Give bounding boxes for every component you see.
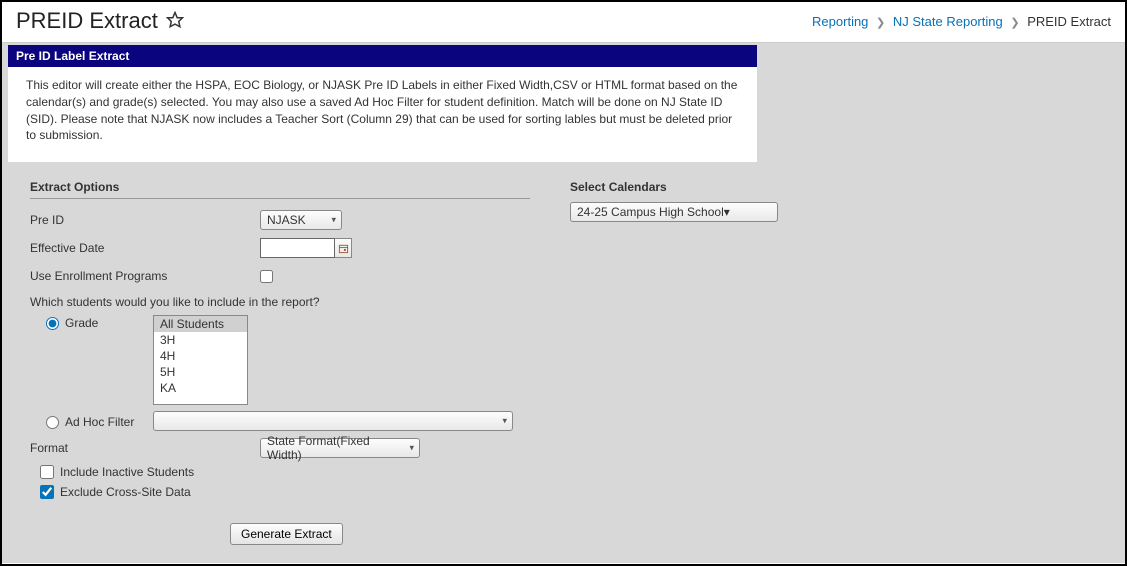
include-inactive-checkbox[interactable] (40, 465, 54, 479)
page-title: PREID Extract (16, 8, 158, 34)
chevron-down-icon: ▾ (502, 416, 507, 427)
grade-radio-label: Grade (65, 315, 153, 330)
grade-option[interactable]: KA (154, 380, 247, 396)
adhoc-radio[interactable] (46, 416, 59, 429)
calendar-select[interactable]: 24-25 Campus High School ▾ (570, 202, 778, 222)
use-enrollment-label: Use Enrollment Programs (30, 269, 260, 283)
breadcrumb-link-nj-state-reporting[interactable]: NJ State Reporting (893, 14, 1003, 29)
preid-value: NJASK (267, 213, 306, 227)
grade-option[interactable]: 4H (154, 348, 247, 364)
generate-extract-button[interactable]: Generate Extract (230, 523, 343, 545)
chevron-right-icon: ❯ (1006, 17, 1023, 29)
right-column: Select Calendars 24-25 Campus High Schoo… (570, 180, 830, 545)
row-use-enrollment: Use Enrollment Programs (30, 265, 530, 287)
adhoc-select[interactable]: ▾ (153, 411, 513, 431)
chevron-right-icon: ❯ (872, 17, 889, 29)
select-calendars-label: Select Calendars (570, 180, 830, 198)
exclude-crosssite-label: Exclude Cross-Site Data (60, 485, 191, 499)
calendar-value: 24-25 Campus High School (577, 205, 724, 219)
preid-select[interactable]: NJASK ▾ (260, 210, 342, 230)
extract-options-label: Extract Options (30, 180, 530, 199)
grade-listbox[interactable]: All Students 3H 4H 5H KA (153, 315, 248, 405)
panel-header: Pre ID Label Extract (8, 45, 757, 67)
preid-label: Pre ID (30, 213, 260, 227)
left-column: Extract Options Pre ID NJASK ▾ Effective… (30, 180, 530, 545)
breadcrumb: Reporting ❯ NJ State Reporting ❯ PREID E… (812, 14, 1111, 29)
calendar-button[interactable] (335, 238, 352, 258)
format-select[interactable]: State Format(Fixed Width) ▾ (260, 438, 420, 458)
chevron-down-icon: ▾ (331, 215, 336, 226)
grade-option[interactable]: 5H (154, 364, 247, 380)
form-wrap: Extract Options Pre ID NJASK ▾ Effective… (2, 162, 1125, 545)
use-enrollment-checkbox[interactable] (260, 270, 273, 283)
row-exclude-crosssite: Exclude Cross-Site Data (40, 485, 530, 499)
row-include-inactive: Include Inactive Students (40, 465, 530, 479)
include-inactive-label: Include Inactive Students (60, 465, 194, 479)
students-question: Which students would you like to include… (30, 295, 530, 309)
grade-option[interactable]: 3H (154, 332, 247, 348)
radio-row-grade: Grade All Students 3H 4H 5H KA (30, 315, 530, 405)
page-header: PREID Extract Reporting ❯ NJ State Repor… (2, 2, 1125, 43)
chevron-down-icon: ▾ (724, 205, 730, 219)
radio-row-adhoc: Ad Hoc Filter ▾ (30, 411, 530, 431)
grade-option[interactable]: All Students (154, 316, 247, 332)
breadcrumb-link-reporting[interactable]: Reporting (812, 14, 868, 29)
effective-date-input[interactable] (260, 238, 335, 258)
panel-description: This editor will create either the HSPA,… (8, 67, 757, 162)
breadcrumb-current: PREID Extract (1027, 14, 1111, 29)
chevron-down-icon: ▾ (409, 443, 414, 454)
panel: Pre ID Label Extract This editor will cr… (8, 45, 757, 162)
calendar-icon (338, 243, 349, 254)
grade-radio[interactable] (46, 317, 59, 330)
title-wrap: PREID Extract (16, 8, 184, 34)
row-format: Format State Format(Fixed Width) ▾ (30, 437, 530, 459)
format-label: Format (30, 441, 260, 455)
row-effective-date: Effective Date (30, 237, 530, 259)
row-preid: Pre ID NJASK ▾ (30, 209, 530, 231)
exclude-crosssite-checkbox[interactable] (40, 485, 54, 499)
adhoc-radio-label: Ad Hoc Filter (65, 414, 153, 429)
body-area: Pre ID Label Extract This editor will cr… (2, 43, 1125, 563)
format-value: State Format(Fixed Width) (267, 434, 401, 462)
effective-date-label: Effective Date (30, 241, 260, 255)
favorite-star-icon[interactable] (166, 11, 184, 32)
